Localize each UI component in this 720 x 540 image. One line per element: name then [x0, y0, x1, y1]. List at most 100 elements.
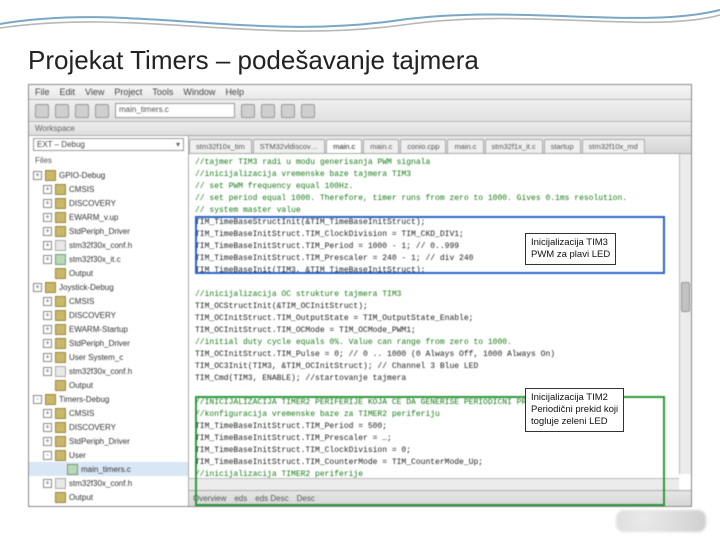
- bottom-tab[interactable]: eds Desc: [255, 494, 288, 503]
- menu-view[interactable]: View: [85, 87, 104, 97]
- tree-item[interactable]: +StdPeriph_Driver: [29, 434, 188, 448]
- toolbar-button[interactable]: [281, 104, 295, 118]
- config-dropdown[interactable]: EXT – Debug: [33, 138, 184, 151]
- tree-item-label: Output: [69, 493, 93, 502]
- bottom-tabs: Overview eds eds Desc Desc: [189, 490, 691, 506]
- folder-icon: [55, 436, 66, 447]
- folder-icon: [45, 282, 56, 293]
- tree-item[interactable]: Output: [29, 266, 188, 280]
- expand-icon[interactable]: +: [43, 255, 52, 264]
- tree-item[interactable]: +GPIO-Debug: [29, 168, 188, 182]
- tree-item[interactable]: +stm32f30x_conf.h: [29, 476, 188, 490]
- tree-item-label: CMSIS: [69, 185, 94, 194]
- code-line: //inicijalizacija OC strukture tajmera T…: [195, 289, 685, 301]
- tree-item-label: User: [69, 451, 86, 460]
- folder-icon: [55, 380, 66, 391]
- tree-item-label: DISCOVERY: [69, 311, 116, 320]
- expand-icon[interactable]: +: [43, 325, 52, 334]
- expand-icon[interactable]: +: [43, 479, 52, 488]
- expand-icon[interactable]: +: [43, 339, 52, 348]
- menu-tools[interactable]: Tools: [152, 87, 173, 97]
- folder-icon: [55, 226, 66, 237]
- tree-item[interactable]: +StdPeriph_Driver: [29, 336, 188, 350]
- ide-window: File Edit View Project Tools Window Help…: [28, 84, 692, 507]
- source-file-icon: [55, 254, 66, 265]
- tree-item[interactable]: +Joystick-Debug: [29, 280, 188, 294]
- editor-tab[interactable]: main.c: [363, 139, 399, 153]
- tree-item[interactable]: - User: [29, 448, 188, 462]
- expand-icon[interactable]: +: [43, 353, 52, 362]
- tree-item[interactable]: Output: [29, 490, 188, 504]
- tree-item[interactable]: -Timers-Debug: [29, 392, 188, 406]
- editor-tab[interactable]: stm32f10x_tim: [189, 139, 252, 153]
- toolbar-button[interactable]: [55, 104, 69, 118]
- tree-item-label: stm32f30x_conf.h: [69, 241, 132, 250]
- toolbar: main_timers.c: [29, 100, 691, 122]
- expand-icon[interactable]: +: [43, 311, 52, 320]
- code-line: TIM_TimeBaseInitStruct.TIM_ClockDivision…: [195, 445, 685, 457]
- toolbar-button[interactable]: [95, 104, 109, 118]
- editor-tab[interactable]: STM32vldiscov…: [253, 139, 325, 153]
- tree-item[interactable]: +StdPeriph_Driver: [29, 224, 188, 238]
- tree-item[interactable]: +stm32f30x_conf.h: [29, 364, 188, 378]
- editor-tab[interactable]: stm32f1x_it.c: [485, 139, 543, 153]
- code-area[interactable]: //tajmer TIM3 radi u modu generisanja PW…: [189, 154, 691, 490]
- tree-item[interactable]: + stm32f30x_conf.h: [29, 238, 188, 252]
- expand-icon[interactable]: +: [43, 213, 52, 222]
- tree-item[interactable]: + stm32f30x_it.c: [29, 252, 188, 266]
- project-tree[interactable]: +GPIO-Debug+CMSIS+DISCOVERY+EWARM_v.up+S…: [29, 166, 188, 506]
- editor-tab[interactable]: stm32f10x_md: [582, 139, 645, 153]
- toolbar-dropdown[interactable]: main_timers.c: [115, 103, 235, 118]
- code-line: TIM_OCInitStruct.TIM_OCMode = TIM_OCMode…: [195, 325, 685, 337]
- tree-item[interactable]: + CMSIS: [29, 182, 188, 196]
- menu-help[interactable]: Help: [225, 87, 244, 97]
- expand-icon[interactable]: +: [43, 423, 52, 432]
- tree-item[interactable]: +User System_c: [29, 350, 188, 364]
- menu-project[interactable]: Project: [114, 87, 142, 97]
- file-icon: [55, 478, 66, 489]
- toolbar-button[interactable]: [75, 104, 89, 118]
- folder-icon: [55, 450, 66, 461]
- bottom-tab[interactable]: eds: [234, 494, 247, 503]
- code-line: TIM_TimeBaseInitStruct.TIM_CounterMode =…: [195, 457, 685, 469]
- bottom-tab[interactable]: Desc: [297, 494, 315, 503]
- expand-icon[interactable]: +: [43, 227, 52, 236]
- expand-icon[interactable]: +: [43, 199, 52, 208]
- tree-item[interactable]: Output: [29, 378, 188, 392]
- menu-file[interactable]: File: [35, 87, 50, 97]
- tree-item[interactable]: +DISCOVERY: [29, 420, 188, 434]
- expand-icon[interactable]: +: [43, 367, 52, 376]
- menu-window[interactable]: Window: [183, 87, 215, 97]
- expand-icon[interactable]: +: [43, 409, 52, 418]
- scrollbar-thumb[interactable]: [681, 282, 690, 312]
- editor-tab[interactable]: main.c: [326, 139, 362, 153]
- expand-icon[interactable]: +: [43, 185, 52, 194]
- tree-item[interactable]: +CMSIS: [29, 406, 188, 420]
- toolbar-button[interactable]: [241, 104, 255, 118]
- tree-item[interactable]: +EWARM-Startup: [29, 322, 188, 336]
- expand-icon[interactable]: +: [33, 283, 42, 292]
- editor-tab[interactable]: conio.cpp: [400, 139, 446, 153]
- bottom-tab-overview[interactable]: Overview: [193, 494, 226, 503]
- expand-icon[interactable]: +: [43, 297, 52, 306]
- editor-tab[interactable]: main.c: [447, 139, 483, 153]
- collapse-icon[interactable]: -: [33, 395, 42, 404]
- toolbar-button[interactable]: [261, 104, 275, 118]
- vertical-scrollbar[interactable]: [679, 154, 691, 474]
- folder-icon: [55, 212, 66, 223]
- collapse-icon[interactable]: -: [43, 451, 52, 460]
- menu-edit[interactable]: Edit: [60, 87, 76, 97]
- tree-item-label: stm32f30x_it.c: [69, 255, 121, 264]
- toolbar-button[interactable]: [301, 104, 315, 118]
- tree-item[interactable]: + DISCOVERY: [29, 308, 188, 322]
- editor-tab[interactable]: startup: [544, 139, 581, 153]
- tree-item[interactable]: +DISCOVERY: [29, 196, 188, 210]
- tree-item[interactable]: main_timers.c: [29, 462, 188, 476]
- toolbar-button[interactable]: [35, 104, 49, 118]
- expand-icon[interactable]: +: [43, 241, 52, 250]
- tree-item[interactable]: +EWARM_v.up: [29, 210, 188, 224]
- horizontal-scrollbar[interactable]: [189, 478, 679, 490]
- expand-icon[interactable]: +: [43, 437, 52, 446]
- tree-item[interactable]: +CMSIS: [29, 294, 188, 308]
- expand-icon[interactable]: +: [33, 171, 42, 180]
